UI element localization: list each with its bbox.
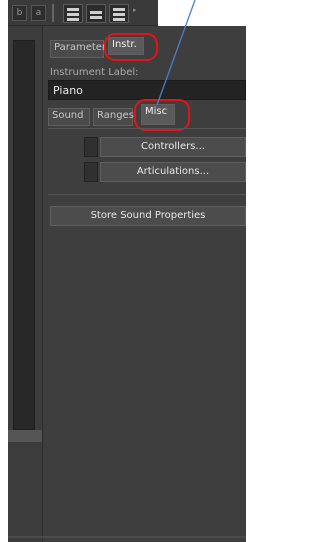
annotation-pointer-line xyxy=(156,0,196,106)
